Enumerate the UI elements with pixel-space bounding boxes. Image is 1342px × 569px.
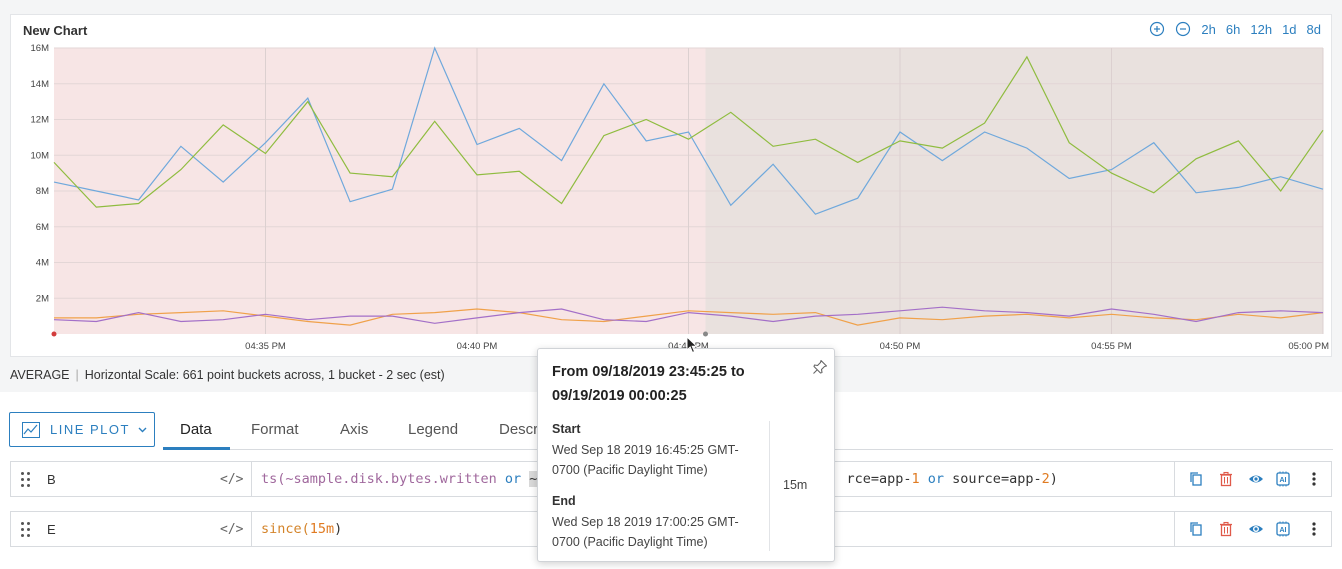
chart-title: New Chart	[23, 23, 88, 38]
pin-icon[interactable]	[812, 359, 828, 375]
tab-data[interactable]: Data	[180, 421, 212, 438]
summary-separator: |	[75, 368, 79, 382]
code-toggle-icon[interactable]: </>	[220, 522, 243, 537]
query-filter: source=app-	[952, 471, 1042, 487]
range-12h-button[interactable]: 12h	[1250, 22, 1272, 37]
svg-text:AI: AI	[1280, 477, 1287, 484]
x-tick-label: 04:55 PM	[1091, 341, 1132, 352]
query-letter: B	[47, 472, 56, 487]
line-plot-icon	[22, 421, 40, 438]
range-start-marker	[51, 331, 57, 337]
active-tab-indicator	[163, 447, 230, 450]
query-operator: or	[496, 471, 530, 487]
x-tick-label: 04:40 PM	[457, 341, 498, 352]
x-tick-label: 04:35 PM	[245, 341, 286, 352]
ai-assist-icon[interactable]: AI	[1275, 521, 1291, 537]
copy-icon[interactable]	[1188, 471, 1204, 487]
query-letter: E	[47, 522, 56, 537]
delete-icon[interactable]	[1218, 471, 1234, 487]
y-tick-label: 6M	[36, 222, 49, 233]
more-options-icon[interactable]	[1306, 471, 1322, 487]
eye-icon[interactable]	[1248, 521, 1264, 537]
summarization-mode: AVERAGE	[10, 368, 70, 382]
query-paren: )	[334, 521, 343, 537]
mouse-cursor-icon	[686, 336, 698, 354]
plot-type-dropdown[interactable]: LINE PLOT	[9, 412, 155, 447]
zoom-in-icon[interactable]	[1149, 21, 1165, 37]
query-operator: or	[919, 471, 953, 487]
y-tick-label: 14M	[31, 79, 50, 90]
y-tick-label: 2M	[36, 293, 49, 304]
end-value: Wed Sep 18 2019 17:00:25 GMT-0700 (Pacif…	[552, 515, 739, 549]
query-actions: AI	[1174, 462, 1332, 496]
summary-line: AVERAGE | Horizontal Scale: 661 point buck…	[10, 368, 445, 382]
eye-icon[interactable]	[1248, 471, 1264, 487]
tab-legend[interactable]: Legend	[408, 421, 458, 438]
plot-type-label: LINE PLOT	[50, 422, 130, 437]
range-2h-button[interactable]: 2h	[1201, 22, 1215, 37]
line-chart[interactable]: 2M4M6M8M10M12M14M16M04:35 PM 04:40 PM 04:4…	[11, 15, 1333, 358]
end-label: End	[552, 494, 576, 508]
y-tick-label: 12M	[31, 115, 50, 126]
y-tick-label: 8M	[36, 186, 49, 197]
query-divider	[251, 462, 252, 496]
popup-title: From 09/18/2019 23:45:25 to 09/19/2019 0…	[552, 364, 745, 404]
query-function: since(	[261, 521, 310, 537]
tab-format[interactable]: Format	[251, 421, 299, 438]
x-tick-label: 05:00 PM	[1288, 341, 1329, 352]
query-actions: AI	[1174, 512, 1332, 546]
time-range-popup: From 09/18/2019 23:45:25 to 09/19/2019 0…	[537, 348, 835, 562]
range-6h-button[interactable]: 6h	[1226, 22, 1240, 37]
chevron-down-icon	[138, 427, 147, 432]
query-value: 2	[1041, 471, 1050, 487]
svg-text:AI: AI	[1280, 527, 1287, 534]
copy-icon[interactable]	[1188, 521, 1204, 537]
query-value: 1	[911, 471, 920, 487]
query-value: 15m	[309, 521, 335, 537]
horizontal-scale-text: Horizontal Scale: 661 point buckets acro…	[84, 368, 445, 382]
y-tick-label: 16M	[31, 43, 50, 54]
query-function: ts(~sample.disk.bytes.written	[261, 471, 497, 487]
tab-axis[interactable]: Axis	[340, 421, 368, 438]
y-tick-label: 4M	[36, 258, 49, 269]
zoom-out-icon[interactable]	[1175, 21, 1191, 37]
more-options-icon[interactable]	[1306, 521, 1322, 537]
query-input[interactable]: since(15m)	[261, 521, 342, 537]
query-paren: )	[1049, 471, 1058, 487]
time-range-controls: 2h 6h 12h 1d 8d	[1149, 21, 1321, 37]
duration-value: 15m	[783, 478, 808, 492]
start-value: Wed Sep 18 2019 16:45:25 GMT-0700 (Pacif…	[552, 443, 739, 477]
tab-description[interactable]: Descr	[499, 421, 538, 438]
query-filter: rce=app-	[846, 471, 912, 487]
chart-panel: 2M 4M 6M 8M 10M 12M 14M 16M 04:35 PM 04:40 PM 04:4…	[10, 14, 1332, 357]
code-toggle-icon[interactable]: </>	[220, 472, 243, 487]
x-tick-label: 04:50 PM	[880, 341, 921, 352]
range-8d-button[interactable]: 8d	[1307, 22, 1321, 37]
hover-marker	[703, 331, 708, 337]
ai-assist-icon[interactable]: AI	[1275, 471, 1291, 487]
range-1d-button[interactable]: 1d	[1282, 22, 1296, 37]
y-tick-label: 10M	[31, 150, 50, 161]
start-label: Start	[552, 422, 581, 436]
delete-icon[interactable]	[1218, 521, 1234, 537]
popup-divider	[769, 421, 770, 551]
query-divider	[251, 512, 252, 546]
drag-handle-icon[interactable]	[21, 472, 31, 488]
drag-handle-icon[interactable]	[21, 522, 31, 538]
